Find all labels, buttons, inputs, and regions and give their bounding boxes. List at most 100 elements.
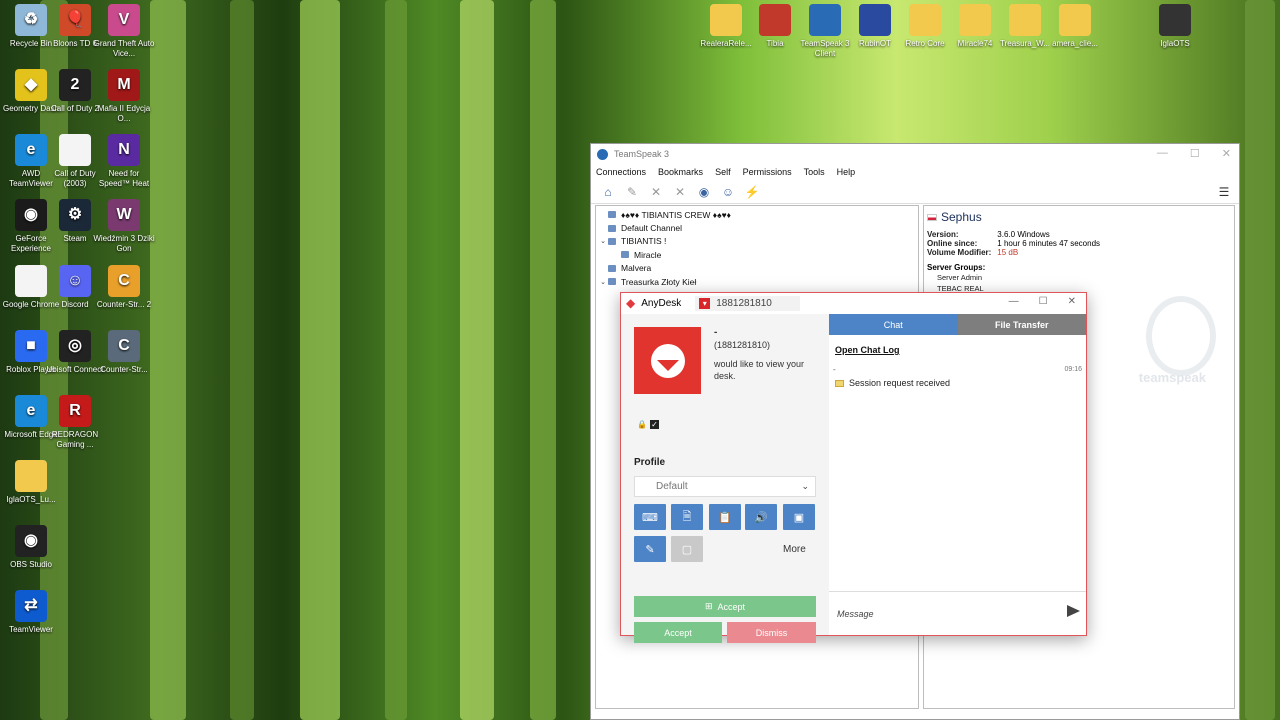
desktop-icon[interactable]: amera_clie... [1044,4,1106,49]
chevron-down-icon: ⌄ [801,481,809,491]
online-value: 1 hour 6 minutes 47 seconds [997,239,1101,248]
desktop-icon[interactable]: IglaOTS [1144,4,1206,49]
desktop-icon[interactable]: C Counter-Str... 2 [93,265,155,310]
sound-permission-icon[interactable]: 🔊 [745,504,777,530]
disconnect-icon[interactable]: ✎ [623,184,641,200]
desktop-icon-label: Mafia II Edycja O... [97,104,151,123]
maximize-icon[interactable]: ☐ [1190,147,1200,160]
menu-help[interactable]: Help [837,167,856,177]
channel-name: Default Channel [621,223,682,234]
requester-info: - (1881281810) would like to view your d… [714,327,826,382]
bloons-icon: 🎈 [59,4,91,36]
teamspeak-watermark-text: teamspeak [1138,370,1206,385]
nfs-icon: N [108,134,140,166]
folder-icon [1009,4,1041,36]
open-chat-log-link[interactable]: Open Chat Log [835,345,900,355]
client-info-table: Version: 3.6.0 Windows Online since: 1 hou… [927,230,1106,257]
cod2-icon: 2 [59,69,91,101]
desktop-icon-label: Counter-Str... 2 [96,300,152,309]
menu-self[interactable]: Self [715,167,731,177]
wallpaper-stalk [530,0,556,720]
monitor-icon: ✓ [650,420,659,429]
file-permission-icon[interactable]: 🗎 [671,504,703,530]
more-button[interactable]: More [783,544,806,555]
desktop-icon[interactable]: N Need for Speed™ Heat [93,134,155,189]
teamspeak-titlebar[interactable]: TeamSpeak 3 [591,144,1239,164]
desktop-icon-label: Need for Speed™ Heat [98,169,150,188]
chat-sender: - [833,365,836,374]
keyboard-mouse-permission-icon[interactable]: ⌨ [634,504,666,530]
recycle-bin-icon: ♻ [15,4,47,36]
desktop-icon[interactable]: ◉ OBS Studio [0,525,62,570]
desktop-icon[interactable]: ⇄ TeamViewer [0,590,62,635]
chevron-down-icon[interactable]: ⌄ [598,237,608,245]
cs2-icon: C [108,265,140,297]
send-icon[interactable] [1067,605,1080,617]
contacts-icon[interactable]: ☺ [719,184,737,200]
desktop-icon[interactable]: C Counter-Str... [93,330,155,375]
chevron-down-icon[interactable]: ⌄ [598,278,608,286]
channel-name: TIBIANTIS ! [621,236,667,247]
channel-tree-row[interactable]: Default Channel [596,221,918,234]
clipboard-permission-icon[interactable]: 📋 [709,504,741,530]
obs-icon: ◉ [15,525,47,557]
minimize-icon[interactable]: — [1009,296,1019,307]
away-icon[interactable]: ◉ [695,184,713,200]
mafia-icon: M [108,69,140,101]
anydesk-window[interactable]: ◆ AnyDesk ▾ 1881281810 — ☐ ✕ - (18812818… [620,292,1087,643]
chat-event: Session request received [835,378,950,388]
session-tab-address: 1881281810 [716,297,772,309]
desktop-icon-label: Grand Theft Auto Vice... [93,39,155,58]
channel-tree-row[interactable]: ♦♠♥♦ TIBIANTIS CREW ♦♠♥♦ [596,208,918,221]
folder-icon [1059,4,1091,36]
tab-file-transfer[interactable]: File Transfer [957,314,1086,335]
accept-elevated-label: Accept [717,601,746,612]
desktop-icon[interactable]: V Grand Theft Auto Vice... [93,4,155,59]
server-group-item: Server Admin [937,273,983,282]
mute-speakers-icon[interactable]: ✕ [671,184,689,200]
hotkeys-icon[interactable]: ⚡ [743,184,761,200]
privacy-permission-icon[interactable]: ▢ [671,536,703,562]
message-input[interactable]: Message [837,609,874,619]
dismiss-button[interactable]: Dismiss [727,622,816,643]
desktop-icon-label: Counter-Str... [100,365,148,374]
tibia-icon [759,4,791,36]
wallpaper-stalk [385,0,407,720]
menu-tools[interactable]: Tools [804,167,825,177]
desktop-icon[interactable]: R REDRAGON Gaming ... [44,395,106,450]
accept-button[interactable]: Accept [634,622,722,643]
maximize-icon[interactable]: ☐ [1039,296,1048,307]
desktop-icon[interactable]: IglaOTS_Lu... [0,460,62,505]
menu-bookmarks[interactable]: Bookmarks [658,167,703,177]
desktop-icon[interactable]: W Wiedźmin 3 Dziki Gon [93,199,155,254]
desktop-icon-label: OBS Studio [10,560,52,569]
channel-name: Treasurka Złoty Kieł [621,276,697,287]
accept-elevated-button[interactable]: ⊞ Accept [634,596,816,617]
channel-name: ♦♠♥♦ TIBIANTIS CREW ♦♠♥♦ [621,209,731,220]
tab-chat[interactable]: Chat [829,314,958,335]
profile-dropdown[interactable]: Default ⌄ [634,476,816,497]
channel-tree-row[interactable]: ⌄ TIBIANTIS ! [596,235,918,248]
channel-tree-row[interactable]: Miracle [596,248,918,261]
channel-tree-row[interactable]: Malvera [596,262,918,275]
screen-permission-icon[interactable]: ▣ [783,504,815,530]
channel-name: Miracle [634,249,662,260]
menu-connections[interactable]: Connections [596,167,646,177]
folder-icon [909,4,941,36]
menu-list-icon[interactable]: ☰ [1215,184,1233,200]
close-icon[interactable]: ✕ [1222,147,1231,160]
draw-permission-icon[interactable]: ✎ [634,536,666,562]
channel-tree-row[interactable]: ⌄ Treasurka Złoty Kieł [596,275,918,288]
desktop-icon[interactable]: M Mafia II Edycja O... [93,69,155,124]
connect-icon[interactable]: ⌂ [599,184,617,200]
client-name: Sephus [941,210,982,224]
close-icon[interactable]: ✕ [1068,296,1076,307]
menu-permissions[interactable]: Permissions [743,167,792,177]
iglaots-icon [1159,4,1191,36]
minimize-icon[interactable]: — [1157,147,1168,160]
volume-value: 15 dB [997,248,1019,257]
version-value: 3.6.0 Windows [997,230,1050,239]
mute-microphone-icon[interactable]: ✕ [647,184,665,200]
windows-shield-icon: ⊞ [704,601,713,611]
anydesk-session-tab[interactable]: ▾ 1881281810 [695,295,800,311]
